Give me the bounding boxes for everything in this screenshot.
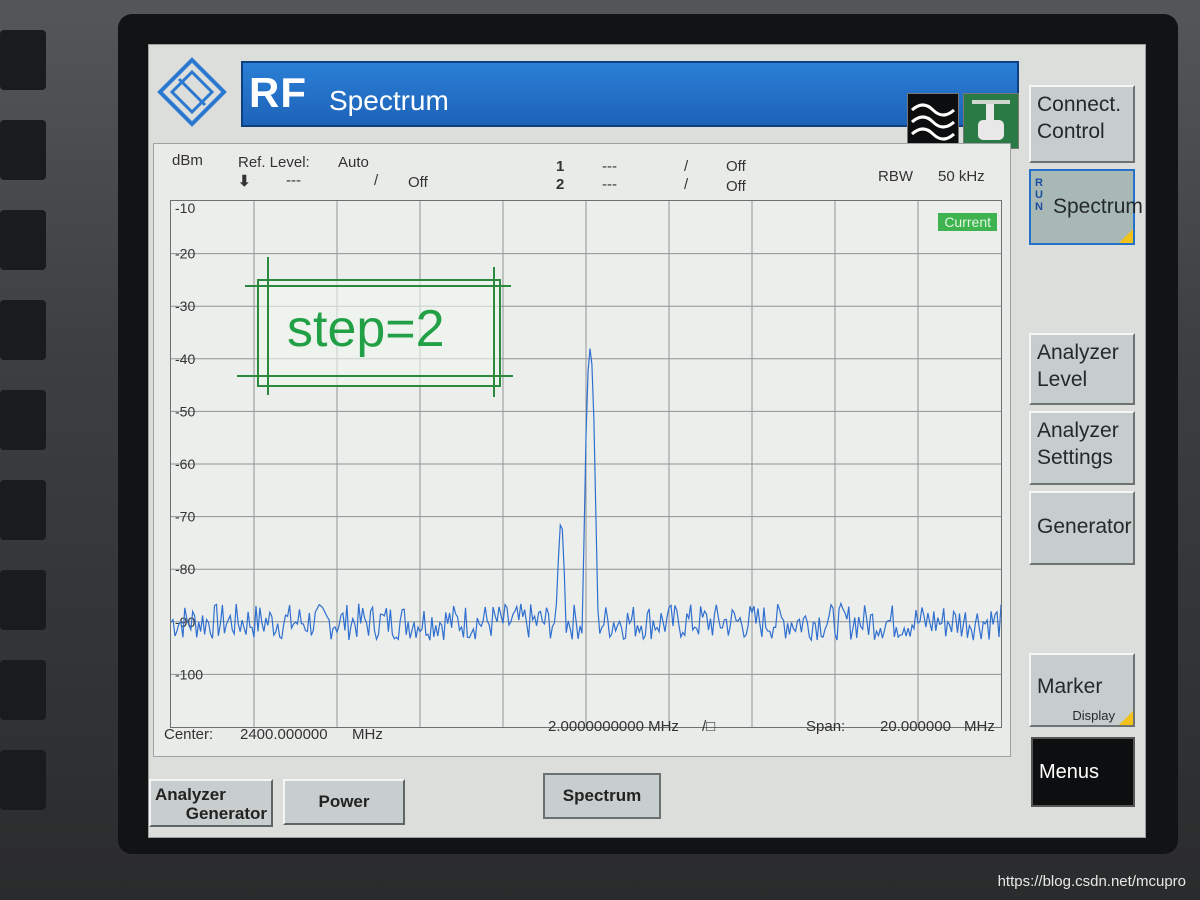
vent-slot [0, 570, 46, 630]
analyzer-settings-line1: Analyzer [1037, 419, 1119, 442]
vent-slot [0, 660, 46, 720]
analyzer-settings-button[interactable]: Analyzer Settings [1029, 411, 1135, 485]
marker2-id: 2 [556, 176, 565, 193]
marker-button[interactable]: Marker Display [1029, 653, 1135, 727]
menus-button[interactable]: Menus [1031, 737, 1135, 807]
span-label: Span: [806, 718, 846, 735]
connect-control-button[interactable]: Connect. Control [1029, 85, 1135, 163]
submenu-corner-icon [1119, 711, 1133, 725]
vent-slot [0, 30, 46, 90]
vent-slot [0, 210, 46, 270]
vent-slot [0, 750, 46, 810]
y-tick-label: -50 [175, 403, 195, 419]
y-tick-label: -100 [175, 666, 203, 682]
title-spectrum: Spectrum [329, 85, 449, 116]
rohde-schwarz-logo-icon [157, 57, 227, 127]
run-letter: R [1035, 177, 1043, 189]
watermark: https://blog.csdn.net/mcupro [997, 873, 1186, 890]
annotation-stroke [237, 375, 513, 377]
vent-slot [0, 480, 46, 540]
annotation-stroke [267, 257, 269, 395]
analyzer-generator-tab[interactable]: Analyzer Generator [149, 779, 273, 827]
analyzer-level-button[interactable]: Analyzer Level [1029, 333, 1135, 405]
y-tick-label: -20 [175, 246, 195, 262]
marker2-sep: / [684, 176, 689, 193]
marker2-dashes: --- [602, 176, 617, 193]
hand-pointer-icon [972, 100, 1010, 140]
reference-marker-icon: ⬇ [238, 173, 251, 190]
analyzer-level-line2: Level [1037, 368, 1088, 391]
spectrum-panel: dBm Ref. Level: Auto ⬇ --- / Off 1 --- /… [153, 143, 1011, 757]
tab-line1: Analyzer [155, 785, 226, 804]
marker1-state: Off [726, 158, 746, 175]
ref-level-label: Ref. Level: [238, 154, 310, 171]
generator-button[interactable]: Generator [1029, 491, 1135, 565]
marker2-state: Off [726, 178, 746, 195]
center-unit: MHz [352, 726, 383, 743]
y-tick-label: -30 [175, 298, 195, 314]
title-rf: RF [249, 69, 307, 116]
menus-label: Menus [1039, 761, 1100, 783]
y-tick-label: -80 [175, 561, 195, 577]
analyzer-settings-line2: Settings [1037, 446, 1113, 469]
ref-readout-state: Off [408, 174, 428, 191]
y-tick-label: -70 [175, 509, 195, 525]
run-indicator: R U N [1035, 177, 1045, 213]
run-letter: N [1035, 201, 1043, 213]
spectrum-tab[interactable]: Spectrum [543, 773, 661, 819]
title-bar: RF Spectrum [241, 61, 1019, 127]
spectrum-softkey-label: Spectrum [1053, 195, 1143, 218]
annotation-stroke [245, 285, 511, 287]
marker1-sep: / [684, 158, 689, 175]
run-letter: U [1035, 189, 1043, 201]
vent-slot [0, 120, 46, 180]
power-tab[interactable]: Power [283, 779, 405, 825]
y-tick-label: -40 [175, 351, 195, 367]
marker1-id: 1 [556, 158, 565, 175]
span-unit: MHz [964, 718, 995, 735]
center-label: Center: [164, 726, 214, 743]
spectrum-softkey[interactable]: R U N Spectrum [1029, 169, 1143, 245]
step-annotation-box: step=2 [257, 279, 501, 387]
step-annotation-text: step=2 [287, 300, 445, 358]
rbw-value: 50 kHz [938, 168, 985, 185]
remote-local-button[interactable] [963, 93, 1019, 149]
vent-slot [0, 390, 46, 450]
tab-line2: Generator [185, 804, 267, 823]
y-tick-label: -60 [175, 456, 195, 472]
unit-label: dBm [172, 152, 203, 169]
marker1-dashes: --- [602, 158, 617, 175]
generator-label: Generator [1037, 515, 1132, 538]
div-suffix: /□ [702, 718, 716, 735]
sine-wave-icon [910, 103, 956, 141]
center-value: 2400.000000 [240, 726, 328, 743]
analyzer-level-line1: Analyzer [1037, 341, 1119, 364]
ref-level-value: Auto [338, 154, 369, 171]
spectrum-tab-label: Spectrum [562, 786, 642, 805]
connect-control-line1: Connect. [1037, 93, 1122, 116]
y-tick-label: -10 [175, 201, 195, 216]
vent-slot [0, 300, 46, 360]
trace-current-badge: Current [938, 213, 997, 231]
annotation-stroke [493, 267, 495, 397]
ref-readout-sep: / [374, 172, 379, 189]
submenu-corner-icon [1119, 229, 1133, 243]
marker-label: Marker [1037, 675, 1103, 698]
power-tab-label: Power [318, 792, 370, 811]
signal-mode-button[interactable] [907, 93, 959, 149]
marker-sub-label: Display [1072, 708, 1115, 723]
ref-readout-dashes: --- [286, 172, 301, 189]
instrument-screen: RF Spectrum dBm Ref. Level: Auto ⬇ --- /… [148, 44, 1146, 838]
rbw-label: RBW [878, 168, 913, 185]
div-value: 2.0000000000 MHz [548, 718, 679, 735]
connect-control-line2: Control [1037, 120, 1105, 143]
span-value: 20.000000 [880, 718, 951, 735]
